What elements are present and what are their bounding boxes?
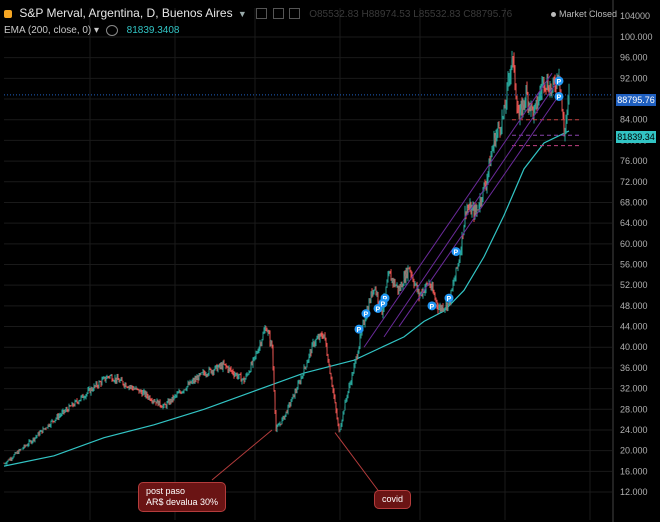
y-tick-label: 48.000 (620, 301, 648, 311)
y-tick-label: 52.000 (620, 280, 648, 290)
annotation-text: AR$ devalua 30% (146, 497, 219, 507)
marker-letter: P (430, 304, 435, 311)
marker-letter: P (557, 79, 562, 86)
marker-letter: P (447, 296, 452, 303)
chevron-down-icon[interactable]: ▾ (94, 25, 99, 36)
chart-header: S&P Merval, Argentina, D, Buenos Aires ▼… (4, 6, 512, 20)
eye-icon[interactable] (105, 25, 118, 36)
trend-line (383, 83, 557, 338)
y-tick-label: 92.000 (620, 73, 648, 83)
price-axis[interactable]: 100.00096.00092.00088.00084.00080.00076.… (612, 0, 653, 522)
annotation-leader (334, 432, 381, 494)
y-tick-label: 24.000 (620, 425, 648, 435)
annotation-leader (211, 429, 273, 481)
market-status: Market Closed (551, 9, 617, 19)
indicator-label[interactable]: EMA (200, close, 0) (4, 25, 91, 36)
square-icon[interactable] (256, 8, 268, 20)
y-tick-label: 76.000 (620, 156, 648, 166)
y-tick-label: 60.000 (620, 239, 648, 249)
marker-letter: P (557, 94, 562, 101)
y-tick-label: 40.000 (620, 342, 648, 352)
y-tick-label: 100.000 (620, 32, 653, 42)
annotation-text: covid (382, 494, 404, 504)
market-status-label: Market Closed (559, 9, 618, 19)
annotation-covid[interactable]: covid (374, 490, 412, 509)
annotation-text: post paso (146, 486, 186, 496)
y-tick-label: 56.000 (620, 260, 648, 270)
y-tick-label: 28.000 (620, 404, 648, 414)
annotation-post-paso[interactable]: post paso AR$ devalua 30% (138, 482, 227, 512)
chevron-down-icon[interactable]: ▼ (238, 9, 247, 19)
marker-letter: P (381, 301, 386, 308)
y-tick-label: 104000 (620, 11, 650, 21)
square-icon[interactable] (288, 8, 300, 20)
y-tick-label: 12.000 (620, 487, 648, 497)
trend-line (398, 93, 561, 327)
price-series (3, 50, 570, 465)
y-tick-label: 84.000 (620, 115, 648, 125)
ohlc-values: O85532.83 H88974.53 L85532.83 C88795.76 (309, 9, 513, 20)
status-dot-icon (551, 12, 556, 18)
indicator-legend: EMA (200, close, 0) ▾ 81839.3408 (4, 25, 179, 36)
y-tick-label: 32.000 (620, 384, 648, 394)
square-icon[interactable] (272, 8, 284, 20)
indicator-value: 81839.3408 (126, 25, 180, 37)
marker-letter: P (357, 327, 362, 334)
chart-grid (4, 8, 612, 520)
marker-letter: P (454, 250, 459, 257)
y-tick-label: 96.000 (620, 53, 648, 63)
price-chart[interactable]: PPPPPPPPPP 100.00096.00092.00088.00084.0… (0, 0, 660, 522)
symbol-icon (4, 9, 12, 18)
y-tick-label: 16.000 (620, 466, 648, 476)
y-tick-label: 36.000 (620, 363, 648, 373)
y-tick-label: 68.000 (620, 197, 648, 207)
marker-letter: P (364, 312, 369, 319)
ema-price-label: 81839.34 (616, 131, 656, 143)
y-tick-label: 72.000 (620, 177, 648, 187)
last-price-label: 88795.76 (616, 94, 656, 106)
price-series-line (3, 55, 570, 464)
y-tick-label: 44.000 (620, 322, 648, 332)
y-tick-label: 20.000 (620, 446, 648, 456)
symbol-title[interactable]: S&P Merval, Argentina, D, Buenos Aires (19, 6, 232, 20)
y-tick-label: 64.000 (620, 218, 648, 228)
